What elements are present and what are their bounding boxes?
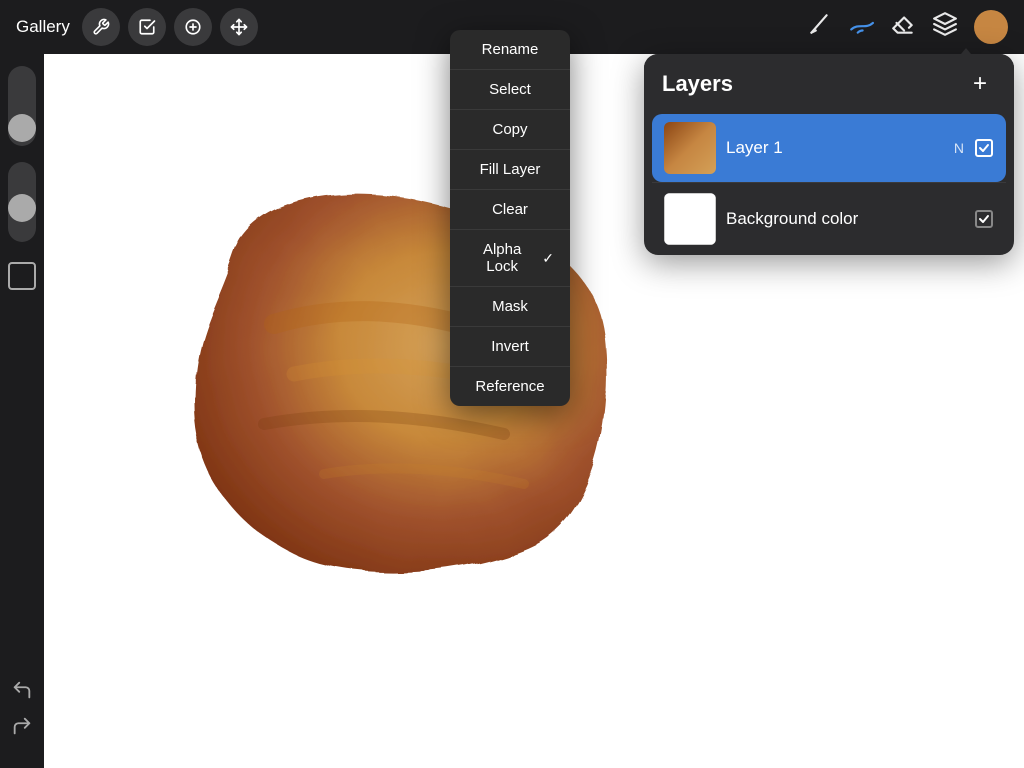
layer-1-checkbox[interactable] xyxy=(974,138,994,158)
layers-panel: Layers + Layer 1 N Background color xyxy=(644,54,1014,255)
color-square-button[interactable] xyxy=(8,262,36,290)
transform-button[interactable] xyxy=(220,8,258,46)
context-menu-reference[interactable]: Reference xyxy=(450,367,570,406)
context-menu-clear[interactable]: Clear xyxy=(450,190,570,230)
layer-1-thumbnail xyxy=(664,122,716,174)
undo-button[interactable] xyxy=(8,676,36,704)
layers-add-button[interactable]: + xyxy=(964,68,996,100)
context-menu-rename[interactable]: Rename xyxy=(450,30,570,70)
context-menu-mask[interactable]: Mask xyxy=(450,287,570,327)
brush-opacity-slider[interactable] xyxy=(8,162,36,242)
wrench-button[interactable] xyxy=(82,8,120,46)
sidebar-bottom-actions xyxy=(8,356,36,756)
avatar[interactable] xyxy=(974,10,1008,44)
background-layer-checkbox[interactable] xyxy=(974,209,994,229)
layers-header: Layers + xyxy=(644,54,1014,114)
layer-1-mode: N xyxy=(954,140,964,156)
layer-row-background[interactable]: Background color xyxy=(652,183,1006,255)
ink-tool[interactable] xyxy=(848,11,874,43)
layer-row-1[interactable]: Layer 1 N xyxy=(652,114,1006,182)
layers-title: Layers xyxy=(662,71,733,97)
layers-tool[interactable] xyxy=(932,11,958,43)
toolbar-right xyxy=(806,10,1008,44)
layer-1-name: Layer 1 xyxy=(726,138,944,158)
brush-size-slider[interactable] xyxy=(8,66,36,146)
context-menu-select[interactable]: Select xyxy=(450,70,570,110)
context-menu: Rename Select Copy Fill Layer Clear Alph… xyxy=(450,30,570,406)
background-layer-name: Background color xyxy=(726,209,964,229)
context-menu-alpha-lock[interactable]: Alpha Lock ✓ xyxy=(450,230,570,287)
modify-button[interactable] xyxy=(128,8,166,46)
left-sidebar xyxy=(0,54,44,768)
background-layer-thumbnail xyxy=(664,193,716,245)
context-menu-fill-layer[interactable]: Fill Layer xyxy=(450,150,570,190)
redo-button[interactable] xyxy=(8,712,36,740)
alpha-lock-check: ✓ xyxy=(542,250,554,267)
context-menu-copy[interactable]: Copy xyxy=(450,110,570,150)
smudge-button[interactable] xyxy=(174,8,212,46)
eraser-tool[interactable] xyxy=(890,11,916,43)
context-menu-invert[interactable]: Invert xyxy=(450,327,570,367)
panel-caret xyxy=(956,48,976,60)
gallery-button[interactable]: Gallery xyxy=(16,17,70,37)
pencil-tool[interactable] xyxy=(806,11,832,43)
